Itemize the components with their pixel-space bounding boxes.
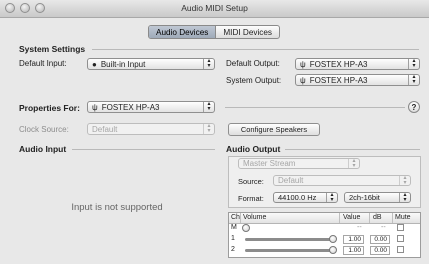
- tab-audio-devices[interactable]: Audio Devices: [149, 26, 217, 38]
- col-mute-header: Mute: [395, 214, 411, 221]
- help-button[interactable]: ?: [408, 101, 420, 113]
- stream-popup[interactable]: Master Stream ▴ ▾: [238, 158, 360, 169]
- divider: [285, 149, 420, 150]
- volume-slider-track-1: [245, 238, 333, 241]
- row-2-value[interactable]: 1.00: [343, 246, 364, 255]
- chevron-updown-icon: ▴ ▾: [203, 58, 214, 69]
- row-m-db: --: [381, 224, 386, 231]
- tab-bar: Audio Devices MIDI Devices: [148, 25, 281, 39]
- format-label: Format:: [238, 194, 264, 203]
- system-output-popup[interactable]: ψ FOSTEX HP-A3 ▴ ▾: [295, 74, 420, 86]
- audio-output-heading: Audio Output: [226, 144, 281, 154]
- system-settings-heading: System Settings: [19, 44, 86, 54]
- row-1-value[interactable]: 1.00: [343, 235, 364, 244]
- configure-speakers-button[interactable]: Configure Speakers: [228, 123, 320, 136]
- chevron-updown-icon: ▴ ▾: [348, 158, 359, 169]
- chevron-updown-icon: ▴ ▾: [408, 74, 419, 85]
- mute-checkbox-2[interactable]: [397, 246, 404, 253]
- row-1-ch: 1: [231, 235, 235, 242]
- default-output-label: Default Output:: [226, 59, 280, 68]
- volume-table: Ch Volume Value dB Mute M -- -- 1 1.00 0…: [228, 212, 421, 258]
- row-2-db[interactable]: 0.00: [370, 246, 390, 255]
- source-label: Source:: [238, 177, 264, 186]
- chevron-updown-icon: ▴ ▾: [399, 192, 410, 203]
- chevron-updown-icon: ▴ ▾: [408, 58, 419, 69]
- format-rate-value: 44100.0 Hz: [278, 193, 317, 202]
- source-value: Default: [278, 176, 304, 185]
- stream-value: Master Stream: [243, 159, 296, 168]
- row-m-ch: M: [231, 224, 237, 231]
- mute-checkbox-1[interactable]: [397, 235, 404, 242]
- format-rate-popup[interactable]: 44100.0 Hz ▴ ▾: [273, 192, 338, 203]
- divider: [225, 107, 405, 108]
- tab-midi-devices[interactable]: MIDI Devices: [216, 26, 279, 38]
- default-output-value: FOSTEX HP-A3: [309, 59, 368, 69]
- default-input-popup[interactable]: ● Built-in Input ▴ ▾: [87, 58, 215, 70]
- chevron-updown-icon: ▴ ▾: [203, 123, 214, 134]
- col-volume-header: Volume: [243, 214, 267, 221]
- row-m-value: --: [357, 224, 362, 231]
- clock-source-popup[interactable]: Default ▴ ▾: [87, 123, 215, 135]
- chevron-updown-icon: ▴ ▾: [203, 101, 214, 112]
- audio-input-heading: Audio Input: [19, 144, 67, 154]
- volume-slider-1[interactable]: [329, 235, 337, 243]
- default-input-label: Default Input:: [19, 59, 67, 68]
- volume-slider-track-2: [245, 249, 333, 252]
- default-input-value: Built-in Input: [100, 59, 146, 69]
- row-2-ch: 2: [231, 246, 235, 253]
- clock-source-label: Clock Source:: [19, 125, 69, 134]
- format-bits-popup[interactable]: 2ch-16bit ▴ ▾: [344, 192, 411, 203]
- properties-device-popup[interactable]: ψ FOSTEX HP-A3 ▴ ▾: [87, 101, 215, 113]
- apple-icon: ●: [92, 59, 97, 69]
- system-output-value: FOSTEX HP-A3: [309, 75, 368, 85]
- default-output-popup[interactable]: ψ FOSTEX HP-A3 ▴ ▾: [295, 58, 420, 70]
- usb-icon: ψ: [300, 75, 306, 85]
- mute-checkbox-m[interactable]: [397, 224, 404, 231]
- col-ch-header: Ch: [231, 214, 240, 221]
- usb-icon: ψ: [92, 102, 98, 112]
- source-popup[interactable]: Default ▴ ▾: [273, 175, 411, 186]
- col-value-header: Value: [343, 214, 361, 221]
- row-1-db[interactable]: 0.00: [370, 235, 390, 244]
- usb-icon: ψ: [300, 59, 306, 69]
- chevron-updown-icon: ▴ ▾: [326, 192, 337, 203]
- chevron-updown-icon: ▴ ▾: [399, 175, 410, 186]
- col-db-header: dB: [373, 214, 382, 221]
- properties-for-label: Properties For:: [19, 103, 80, 113]
- input-not-supported-message: Input is not supported: [71, 202, 163, 213]
- properties-device-value: FOSTEX HP-A3: [101, 102, 160, 112]
- volume-slider-m[interactable]: [242, 224, 250, 232]
- divider: [92, 49, 419, 50]
- format-bits-value: 2ch-16bit: [349, 193, 380, 202]
- volume-slider-2[interactable]: [329, 246, 337, 254]
- clock-source-value: Default: [92, 124, 118, 134]
- window-title: Audio MIDI Setup: [181, 3, 248, 13]
- system-output-label: System Output:: [226, 76, 282, 85]
- divider: [72, 149, 215, 150]
